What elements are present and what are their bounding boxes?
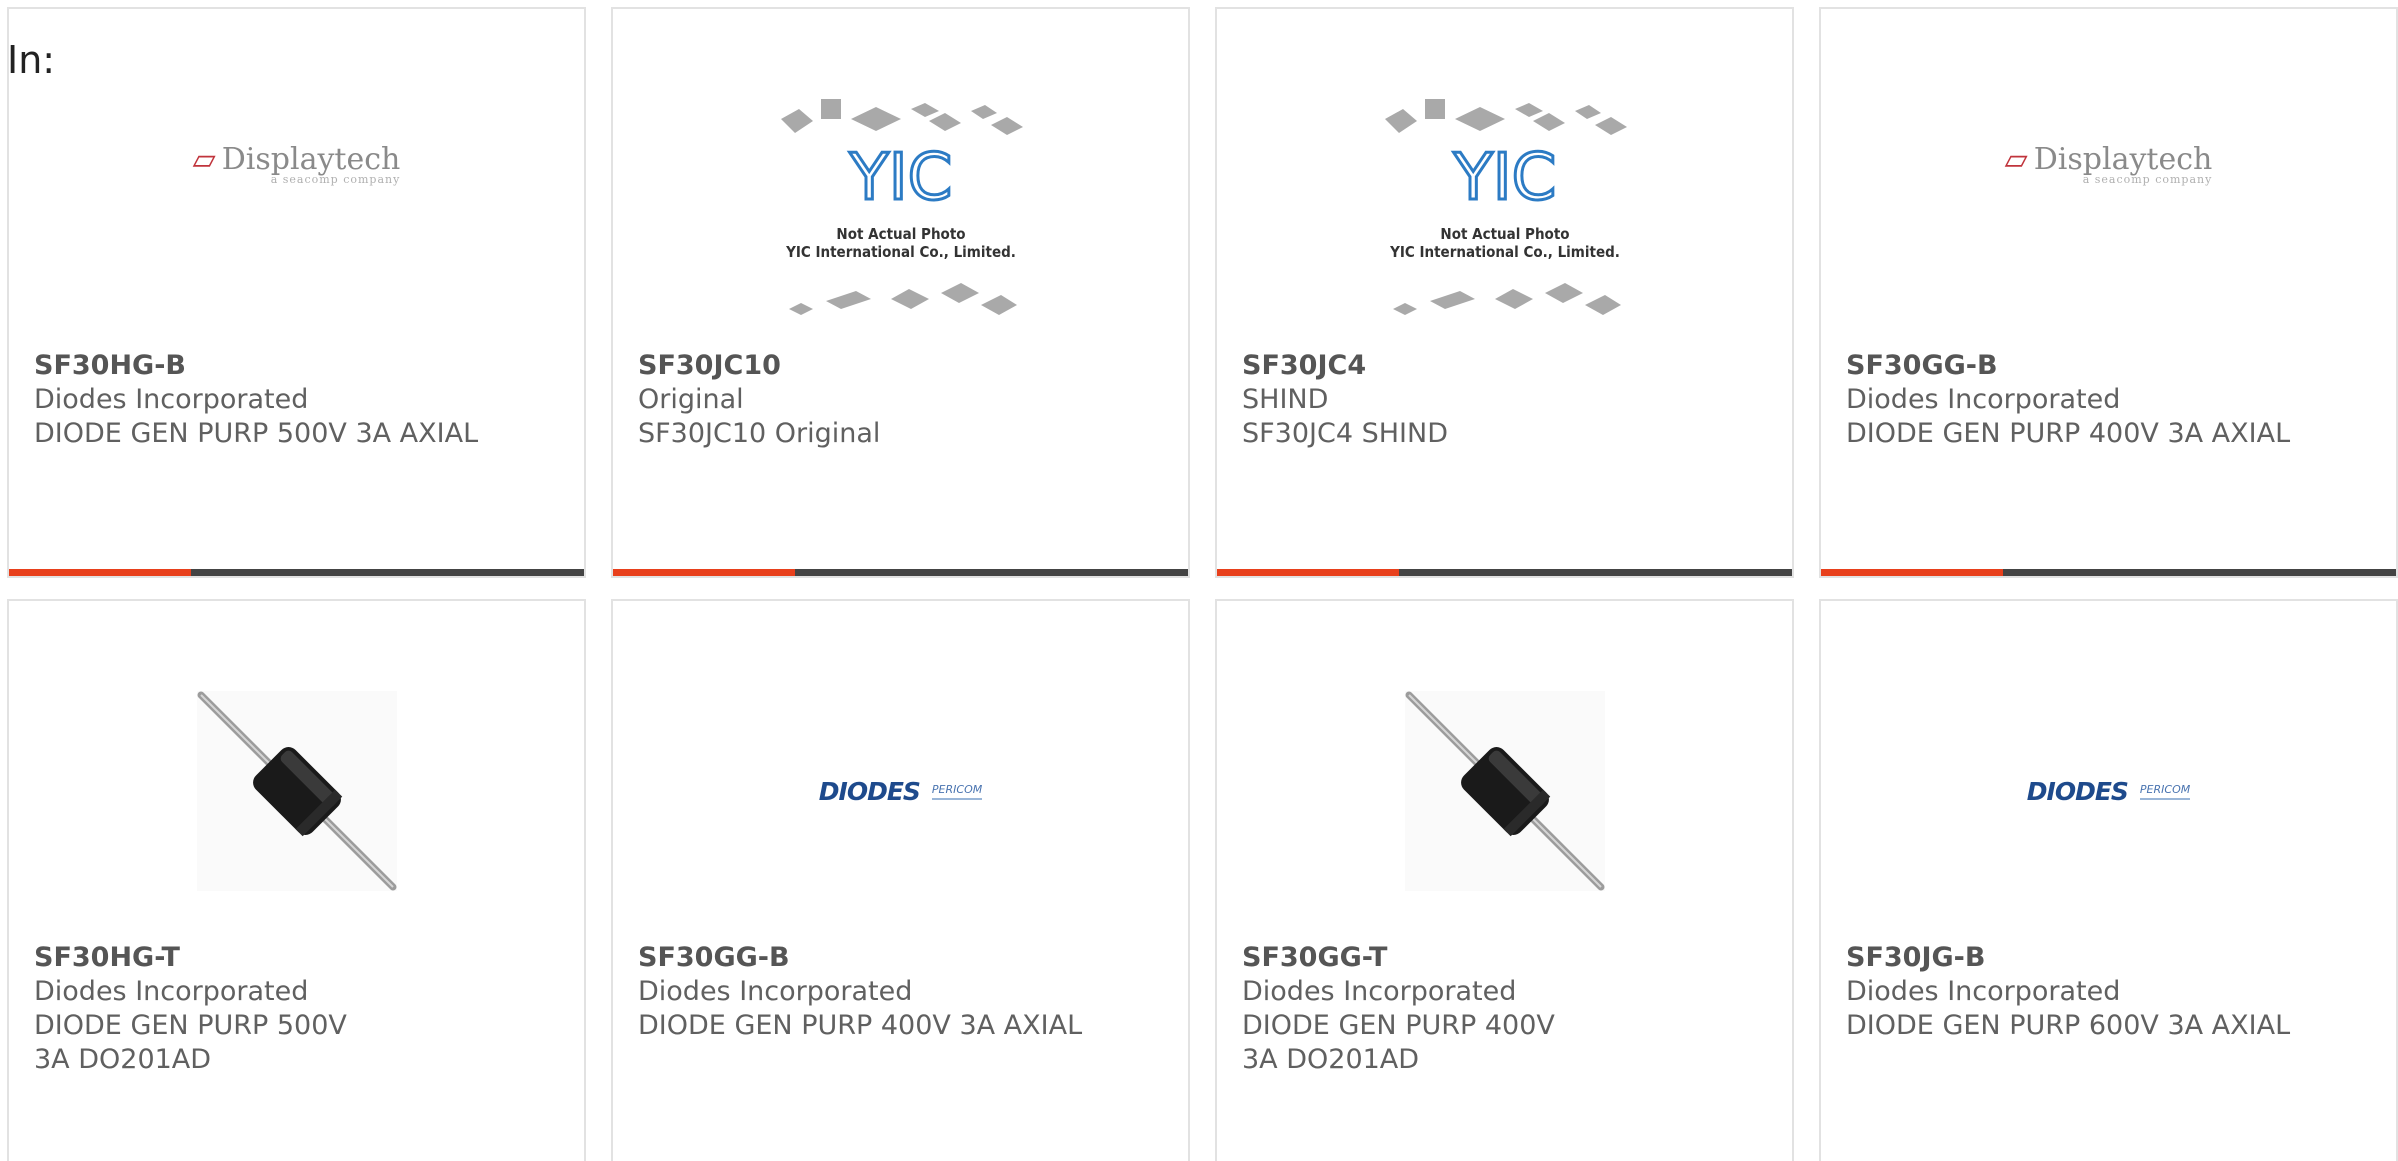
yic-placeholder-image: YIC Not Actual Photo YIC International C… <box>780 99 1023 315</box>
part-number[interactable]: SF30GG-B <box>1846 349 2376 383</box>
manufacturer: Diodes Incorporated <box>34 976 309 1007</box>
product-image[interactable]: YIC Not Actual Photo YIC International C… <box>1217 49 1792 349</box>
product-card[interactable]: YIC Not Actual Photo YIC International C… <box>611 7 1190 578</box>
displaytech-logo: ▱ Displaytech a seacomp company <box>2005 142 2213 186</box>
logo-text: Displaytech <box>221 142 401 177</box>
displaytech-mark-icon: ▱ <box>192 142 216 177</box>
axial-diode-photo <box>1404 691 1605 891</box>
part-number[interactable]: SF30JC10 <box>638 349 1168 383</box>
product-card[interactable]: SF30GG-T Diodes Incorporated DIODE GEN P… <box>1215 599 1794 1161</box>
logo-subtext: a seacomp company <box>2082 173 2213 186</box>
description: DIODE GEN PURP 600V 3A AXIAL <box>1846 1010 2291 1041</box>
part-number[interactable]: SF30HG-T <box>34 941 564 975</box>
svg-text:YIC: YIC <box>848 141 952 215</box>
card-bar-accent <box>1217 569 1399 576</box>
product-image[interactable]: DIODES PERICOM <box>1821 641 2396 941</box>
card-bar <box>1821 569 2396 576</box>
yic-text: Not Actual Photo <box>1440 225 1569 243</box>
product-card[interactable]: YIC Not Actual Photo YIC International C… <box>1215 7 1794 578</box>
product-card[interactable]: DIODES PERICOM SF30GG-B Diodes Incorpora… <box>611 599 1190 1161</box>
card-bar-accent <box>1821 569 2003 576</box>
card-bar <box>9 569 584 576</box>
yic-placeholder-image: YIC Not Actual Photo YIC International C… <box>1384 99 1627 315</box>
manufacturer: Original <box>638 384 744 415</box>
manufacturer: Diodes Incorporated <box>1846 976 2121 1007</box>
card-bar-accent <box>9 569 191 576</box>
in-label: In: <box>7 38 56 82</box>
manufacturer: SHIND <box>1242 384 1329 415</box>
product-image[interactable]: DIODES PERICOM <box>613 641 1188 941</box>
logo-text: Displaytech <box>2033 142 2213 177</box>
description: DIODE GEN PURP 500V 3A DO201AD <box>34 1010 347 1075</box>
description: DIODE GEN PURP 400V 3A DO201AD <box>1242 1010 1555 1075</box>
manufacturer: Diodes Incorporated <box>1242 976 1517 1007</box>
diodes-logo-text: DIODES <box>2026 776 2129 806</box>
diodes-pericom-logo: DIODES PERICOM <box>2026 776 2191 806</box>
displaytech-logo: ▱ Displaytech a seacomp company <box>193 142 401 186</box>
card-bar-accent <box>613 569 795 576</box>
description: DIODE GEN PURP 400V 3A AXIAL <box>638 1010 1083 1041</box>
product-card[interactable]: SF30HG-T Diodes Incorporated DIODE GEN P… <box>7 599 586 1161</box>
product-image[interactable] <box>1217 641 1792 941</box>
axial-diode-photo <box>196 691 397 891</box>
diodes-pericom-logo: DIODES PERICOM <box>818 776 983 806</box>
description: SF30JC4 SHIND <box>1242 418 1448 449</box>
logo-subtext: a seacomp company <box>270 173 401 186</box>
manufacturer: Diodes Incorporated <box>1846 384 2121 415</box>
pericom-logo-text: PERICOM <box>931 783 983 800</box>
product-card[interactable]: DIODES PERICOM SF30JG-B Diodes Incorpora… <box>1819 599 2398 1161</box>
product-card[interactable]: ▱ Displaytech a seacomp company SF30GG-B … <box>1819 7 2398 578</box>
part-number[interactable]: SF30JG-B <box>1846 941 2376 975</box>
yic-subtext: YIC International Co., Limited. <box>1389 243 1620 261</box>
diodes-logo-text: DIODES <box>818 776 921 806</box>
manufacturer: Diodes Incorporated <box>638 976 913 1007</box>
part-number[interactable]: SF30GG-B <box>638 941 1168 975</box>
product-image[interactable] <box>9 641 584 941</box>
product-image[interactable]: ▱ Displaytech a seacomp company <box>1821 49 2396 349</box>
part-number[interactable]: SF30JC4 <box>1242 349 1772 383</box>
description: DIODE GEN PURP 400V 3A AXIAL <box>1846 418 2291 449</box>
card-bar <box>1217 569 1792 576</box>
description: SF30JC10 Original <box>638 418 881 449</box>
part-number[interactable]: SF30HG-B <box>34 349 564 383</box>
product-card[interactable]: ▱ Displaytech a seacomp company SF30HG-B … <box>7 7 586 578</box>
yic-subtext: YIC International Co., Limited. <box>785 243 1016 261</box>
product-image[interactable]: ▱ Displaytech a seacomp company <box>9 49 584 349</box>
part-number[interactable]: SF30GG-T <box>1242 941 1772 975</box>
product-grid: ▱ Displaytech a seacomp company SF30HG-B … <box>7 7 2398 1161</box>
pericom-logo-text: PERICOM <box>2139 783 2191 800</box>
yic-text: Not Actual Photo <box>836 225 965 243</box>
svg-text:YIC: YIC <box>1452 141 1556 215</box>
product-image[interactable]: YIC Not Actual Photo YIC International C… <box>613 49 1188 349</box>
manufacturer: Diodes Incorporated <box>34 384 309 415</box>
card-bar <box>613 569 1188 576</box>
description: DIODE GEN PURP 500V 3A AXIAL <box>34 418 479 449</box>
displaytech-mark-icon: ▱ <box>2004 142 2028 177</box>
